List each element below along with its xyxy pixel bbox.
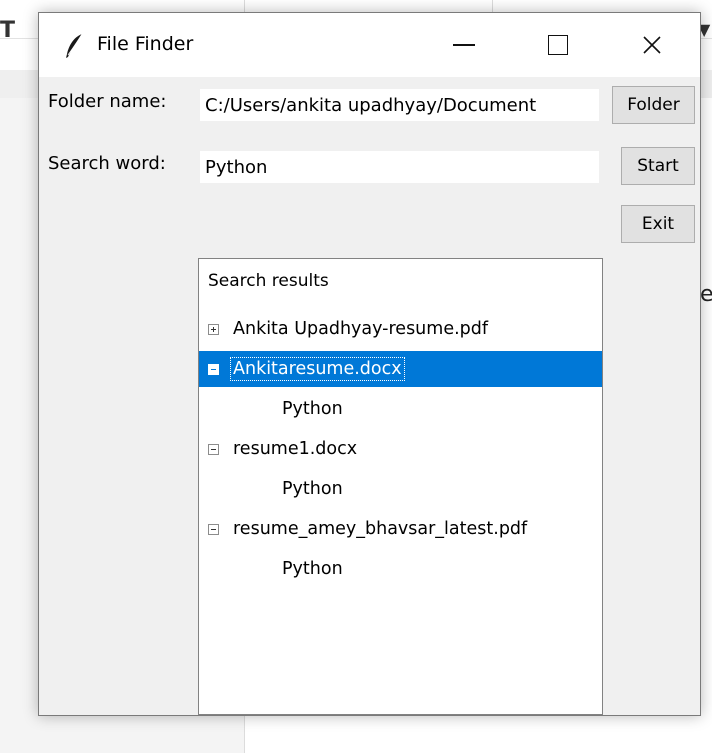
tree-child-item[interactable]: Python bbox=[199, 391, 602, 427]
feather-icon bbox=[66, 33, 83, 58]
tree-item-label: Ankitaresume.docx bbox=[230, 357, 405, 381]
search-results-tree[interactable]: Search results Ankita Upadhyay-resume.pd… bbox=[198, 258, 603, 715]
tree-item[interactable]: resume_amey_bhavsar_latest.pdf bbox=[199, 511, 602, 547]
minimize-icon bbox=[453, 44, 475, 46]
minimize-button[interactable] bbox=[433, 13, 495, 77]
tree-heading: Search results bbox=[208, 271, 329, 291]
close-button[interactable] bbox=[621, 13, 683, 77]
title-bar[interactable]: File Finder bbox=[39, 13, 700, 77]
collapse-icon[interactable] bbox=[208, 363, 219, 375]
search-word-input[interactable] bbox=[199, 150, 600, 184]
window-title: File Finder bbox=[97, 33, 194, 55]
tree-item-label: resume_amey_bhavsar_latest.pdf bbox=[233, 519, 528, 539]
file-finder-window: File Finder Folder name: Folder Search w… bbox=[38, 12, 701, 716]
folder-name-label: Folder name: bbox=[48, 91, 167, 112]
tree-item-label: resume1.docx bbox=[233, 439, 358, 459]
collapse-icon[interactable] bbox=[208, 443, 219, 455]
folder-name-input[interactable] bbox=[199, 88, 600, 122]
maximize-button[interactable] bbox=[527, 13, 589, 77]
collapse-icon[interactable] bbox=[208, 523, 219, 535]
tree-item[interactable]: resume1.docx bbox=[199, 431, 602, 467]
tree-child-label: Python bbox=[282, 559, 343, 579]
tree-child-item[interactable]: Python bbox=[199, 471, 602, 507]
tree-child-label: Python bbox=[282, 479, 343, 499]
maximize-icon bbox=[548, 35, 568, 55]
close-icon bbox=[643, 36, 661, 54]
tree-item-selected[interactable]: Ankitaresume.docx bbox=[199, 351, 602, 387]
tree-child-item[interactable]: Python bbox=[199, 551, 602, 587]
tree-item-label: Ankita Upadhyay-resume.pdf bbox=[233, 319, 489, 339]
search-word-label: Search word: bbox=[48, 153, 166, 174]
folder-button[interactable]: Folder bbox=[612, 86, 695, 124]
exit-button[interactable]: Exit bbox=[621, 205, 695, 243]
tree-item[interactable]: Ankita Upadhyay-resume.pdf bbox=[199, 311, 602, 347]
expand-icon[interactable] bbox=[208, 323, 219, 335]
window-client-area: Folder name: Folder Search word: Start E… bbox=[39, 77, 700, 715]
start-button[interactable]: Start bbox=[621, 147, 695, 185]
tree-child-label: Python bbox=[282, 399, 343, 419]
background-partial-glyph: T bbox=[0, 18, 16, 43]
background-partial-glyph: e bbox=[700, 282, 712, 307]
